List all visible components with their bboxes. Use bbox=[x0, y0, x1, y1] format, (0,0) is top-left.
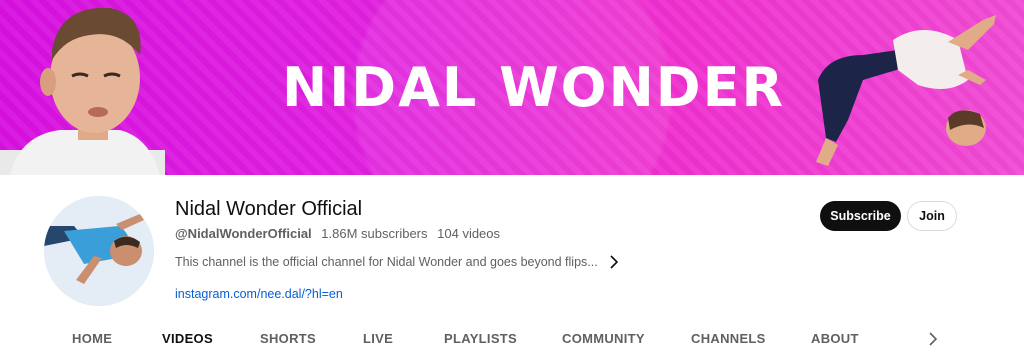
channel-tabs: HOME VIDEOS SHORTS LIVE PLAYLISTS COMMUN… bbox=[0, 322, 1024, 356]
channel-link[interactable]: instagram.com/nee.dal/?hl=en bbox=[175, 286, 343, 302]
channel-handle[interactable]: @NidalWonderOfficial bbox=[175, 226, 312, 241]
tab-shorts[interactable]: SHORTS bbox=[260, 322, 316, 356]
channel-description[interactable]: This channel is the official channel for… bbox=[175, 254, 620, 270]
channel-banner: NIDAL WONDER bbox=[0, 0, 1024, 175]
channel-name: Nidal Wonder Official bbox=[175, 198, 363, 220]
subscriber-count: 1.86M subscribers bbox=[321, 226, 428, 241]
banner-title: NIDAL WONDER bbox=[282, 56, 786, 119]
banner-boy-backflip bbox=[816, 15, 996, 166]
tab-home[interactable]: HOME bbox=[72, 322, 112, 356]
join-button[interactable]: Join bbox=[907, 201, 957, 231]
channel-description-text: This channel is the official channel for… bbox=[175, 255, 598, 269]
tab-about[interactable]: ABOUT bbox=[811, 322, 859, 356]
chevron-right-icon[interactable] bbox=[924, 330, 942, 348]
tab-playlists[interactable]: PLAYLISTS bbox=[444, 322, 517, 356]
banner-boy-portrait bbox=[0, 7, 165, 175]
tab-community[interactable]: COMMUNITY bbox=[562, 322, 645, 356]
tab-live[interactable]: LIVE bbox=[363, 322, 393, 356]
tab-channels[interactable]: CHANNELS bbox=[691, 322, 766, 356]
channel-avatar[interactable] bbox=[44, 196, 154, 306]
video-count: 104 videos bbox=[437, 226, 501, 241]
channel-meta: @NidalWonderOfficial 1.86M subscribers 1… bbox=[175, 226, 506, 242]
subscribe-button[interactable]: Subscribe bbox=[820, 201, 901, 231]
avatar-boy-image bbox=[44, 196, 154, 306]
chevron-right-icon[interactable] bbox=[608, 254, 620, 270]
tab-videos[interactable]: VIDEOS bbox=[162, 322, 213, 356]
